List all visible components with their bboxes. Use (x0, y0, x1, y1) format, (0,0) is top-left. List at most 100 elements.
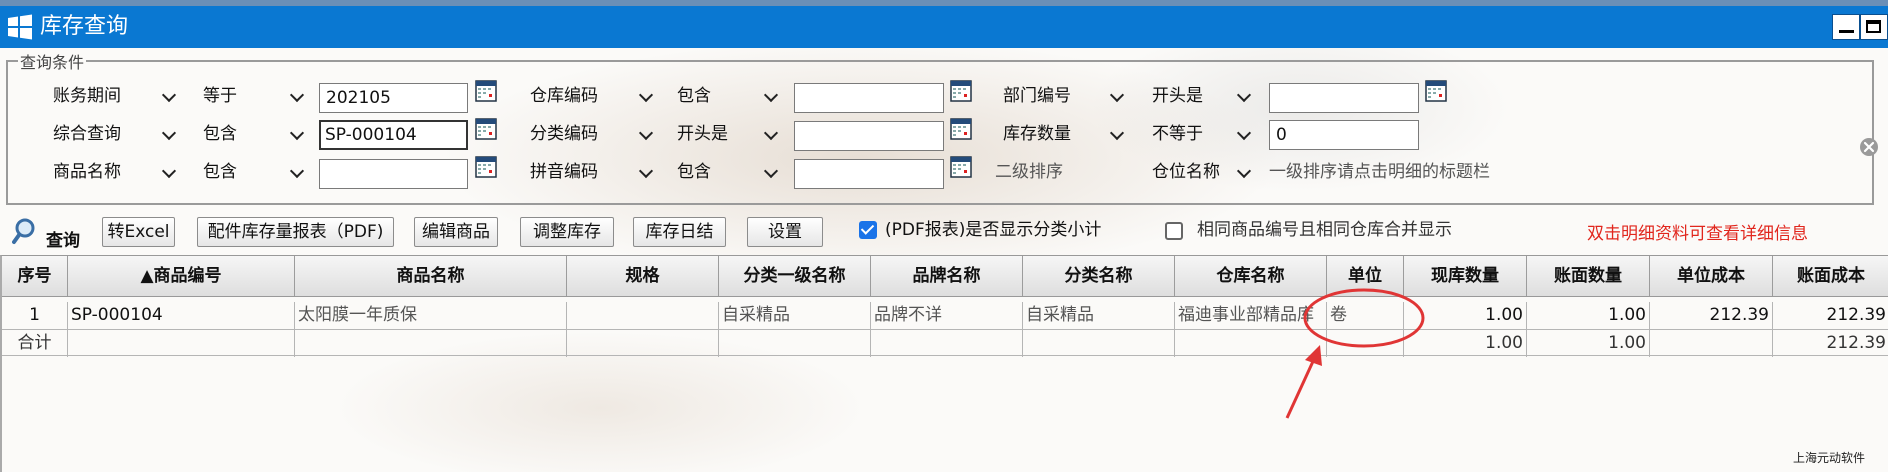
table-cell: 1 (2, 302, 68, 329)
column-header[interactable]: 账面数量 (1527, 256, 1650, 296)
condition-value-input[interactable]: SP-000104 (319, 120, 468, 150)
double-click-hint: 双击明细资料可查看详细信息 (1587, 224, 1808, 244)
condition-field-select[interactable]: 库存数量 (994, 120, 1128, 148)
pdf-subtotal-checkbox[interactable] (859, 221, 877, 239)
condition-field-select[interactable]: 拼音编码 (521, 158, 657, 186)
condition-operator-select[interactable]: 包含 (194, 120, 308, 148)
settings-button[interactable]: 设置 (747, 217, 823, 247)
table-cell: 卷 (1327, 302, 1404, 329)
chevron-down-icon (763, 87, 779, 103)
table-cell (1175, 330, 1327, 357)
condition-field-select[interactable]: 账务期间 (44, 82, 180, 110)
chevron-down-icon (1236, 87, 1252, 103)
secondary-sort-select[interactable]: 仓位名称 (1143, 158, 1255, 186)
column-header[interactable]: 分类一级名称 (719, 256, 871, 296)
condition-field-select[interactable]: 综合查询 (44, 120, 180, 148)
column-header[interactable]: 分类名称 (1023, 256, 1175, 296)
calendar-icon[interactable] (1425, 80, 1447, 102)
table-cell: 1.00 (1404, 330, 1527, 357)
condition-operator-select[interactable]: 不等于 (1143, 120, 1255, 148)
condition-operator-select[interactable]: 包含 (668, 82, 782, 110)
calendar-icon[interactable] (475, 156, 497, 178)
chevron-down-icon (161, 163, 177, 179)
table-cell: 福迪事业部精品库 (1175, 302, 1327, 329)
chevron-down-icon (161, 125, 177, 141)
condition-operator-select[interactable]: 开头是 (668, 120, 782, 148)
condition-value-input[interactable] (1269, 83, 1419, 113)
table-cell: 自采精品 (1023, 302, 1175, 329)
table-cell: 自采精品 (719, 302, 871, 329)
condition-field-select[interactable]: 分类编码 (521, 120, 657, 148)
condition-value-input[interactable] (794, 83, 944, 113)
chevron-down-icon (638, 125, 654, 141)
calendar-icon[interactable] (950, 156, 972, 178)
table-row[interactable]: 1 SP-000104 太阳膜一年质保 自采精品 品牌不详 自采精品 福迪事业部… (2, 302, 1888, 330)
pdf-subtotal-label: (PDF报表)是否显示分类小计 (885, 220, 1102, 240)
chevron-down-icon (1236, 163, 1252, 179)
column-header[interactable]: 单位 (1327, 256, 1404, 296)
table-cell: 太阳膜一年质保 (295, 302, 567, 329)
column-header[interactable]: 品牌名称 (871, 256, 1023, 296)
condition-value-input[interactable]: 0 (1269, 120, 1419, 150)
condition-value-input[interactable] (794, 159, 944, 189)
column-header[interactable]: ▲商品编号 (68, 256, 295, 296)
chevron-down-icon (289, 87, 305, 103)
table-cell (567, 330, 719, 357)
column-header[interactable]: 商品名称 (295, 256, 567, 296)
primary-sort-hint: 一级排序请点击明细的标题栏 (1269, 162, 1490, 182)
adjust-stock-button[interactable]: 调整库存 (520, 217, 614, 247)
table-cell (1650, 330, 1773, 357)
minimize-button[interactable] (1832, 14, 1860, 40)
table-cell: 212.39 (1650, 302, 1773, 329)
edit-goods-button[interactable]: 编辑商品 (414, 217, 498, 247)
table-total-row: 合计 1.00 1.00 212.39 (2, 330, 1888, 357)
secondary-sort-label: 二级排序 (995, 162, 1063, 182)
vendor-footer: 上海元动软件 (1793, 451, 1866, 465)
daily-close-button[interactable]: 库存日结 (633, 217, 726, 247)
condition-field-select[interactable]: 部门编号 (994, 82, 1128, 110)
table-cell: 1.00 (1404, 302, 1527, 329)
condition-field-select[interactable]: 商品名称 (44, 158, 180, 186)
calendar-icon[interactable] (475, 80, 497, 102)
query-conditions-legend: 查询条件 (20, 53, 85, 72)
chevron-down-icon (763, 163, 779, 179)
table-cell (719, 330, 871, 357)
title-bar: 库存查询 (0, 6, 1888, 48)
column-header[interactable]: 账面成本 (1773, 256, 1888, 296)
condition-operator-select[interactable]: 开头是 (1143, 82, 1255, 110)
table-cell (1327, 330, 1404, 357)
condition-value-input[interactable] (794, 121, 944, 151)
table-cell (295, 330, 567, 357)
calendar-icon[interactable] (950, 80, 972, 102)
table-cell: 212.39 (1773, 330, 1888, 357)
table-cell: 212.39 (1773, 302, 1888, 329)
column-header[interactable]: 规格 (567, 256, 719, 296)
magnifier-icon (12, 218, 35, 244)
calendar-icon[interactable] (475, 118, 497, 140)
condition-value-input[interactable] (319, 159, 468, 189)
column-header[interactable]: 单位成本 (1650, 256, 1773, 296)
column-header[interactable]: 现库数量 (1404, 256, 1527, 296)
export-excel-button[interactable]: 转Excel (102, 217, 175, 247)
condition-operator-select[interactable]: 等于 (194, 82, 308, 110)
calendar-icon[interactable] (950, 118, 972, 140)
table-cell (68, 330, 295, 357)
column-header[interactable]: 序号 (2, 256, 68, 296)
column-header[interactable]: 仓库名称 (1175, 256, 1327, 296)
chevron-down-icon (1109, 87, 1125, 103)
condition-value-input[interactable]: 202105 (319, 83, 468, 113)
condition-field-select[interactable]: 仓库编码 (521, 82, 657, 110)
table-cell: 1.00 (1527, 330, 1650, 357)
stock-report-pdf-button[interactable]: 配件库存量报表（PDF) (197, 217, 394, 247)
table-header-row: 序号 ▲商品编号 商品名称 规格 分类一级名称 品牌名称 分类名称 仓库名称 单… (2, 256, 1888, 297)
table-cell (871, 330, 1023, 357)
table-cell: SP-000104 (68, 302, 295, 329)
chevron-down-icon (289, 163, 305, 179)
condition-operator-select[interactable]: 包含 (194, 158, 308, 186)
clear-conditions-icon[interactable] (1859, 137, 1879, 157)
chevron-down-icon (161, 87, 177, 103)
merge-same-goods-checkbox[interactable] (1165, 222, 1183, 240)
query-button[interactable]: 查询 (12, 216, 86, 251)
maximize-button[interactable] (1860, 14, 1888, 40)
condition-operator-select[interactable]: 包含 (668, 158, 782, 186)
